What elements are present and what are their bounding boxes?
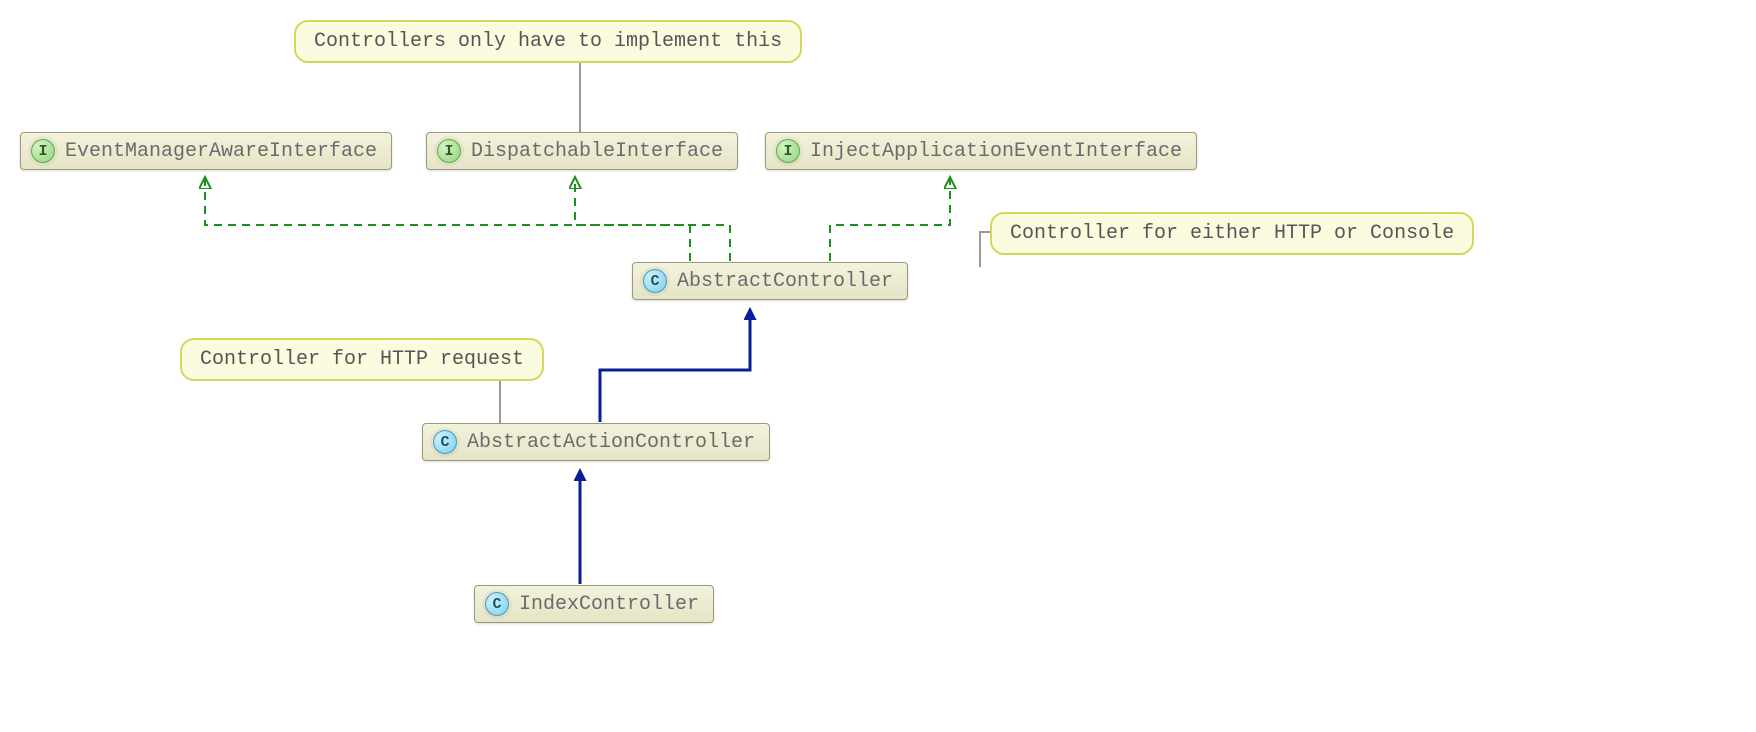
class-icon: C (485, 592, 509, 616)
note-http-or-console: Controller for either HTTP or Console (990, 212, 1474, 255)
interface-inject-app-event: I InjectApplicationEventInterface (765, 132, 1197, 170)
node-label: DispatchableInterface (471, 140, 723, 163)
interface-event-manager-aware: I EventManagerAwareInterface (20, 132, 392, 170)
node-label: IndexController (519, 593, 699, 616)
class-abstract-controller: C AbstractController (632, 262, 908, 300)
class-icon: C (433, 430, 457, 454)
extends-edge (600, 310, 750, 422)
node-label: AbstractController (677, 270, 893, 293)
class-abstract-action-controller: C AbstractActionController (422, 423, 770, 461)
interface-icon: I (776, 139, 800, 163)
interface-icon: I (437, 139, 461, 163)
class-index-controller: C IndexController (474, 585, 714, 623)
note-text: Controller for HTTP request (200, 348, 524, 371)
note-text: Controller for either HTTP or Console (1010, 222, 1454, 245)
note-implement: Controllers only have to implement this (294, 20, 802, 63)
note-text: Controllers only have to implement this (314, 30, 782, 53)
implements-edge (575, 179, 730, 261)
node-label: EventManagerAwareInterface (65, 140, 377, 163)
node-label: InjectApplicationEventInterface (810, 140, 1182, 163)
note-link (980, 232, 990, 267)
implements-edge (205, 179, 690, 261)
interface-dispatchable: I DispatchableInterface (426, 132, 738, 170)
note-http-request: Controller for HTTP request (180, 338, 544, 381)
node-label: AbstractActionController (467, 431, 755, 454)
implements-edge (830, 179, 950, 261)
interface-icon: I (31, 139, 55, 163)
class-icon: C (643, 269, 667, 293)
